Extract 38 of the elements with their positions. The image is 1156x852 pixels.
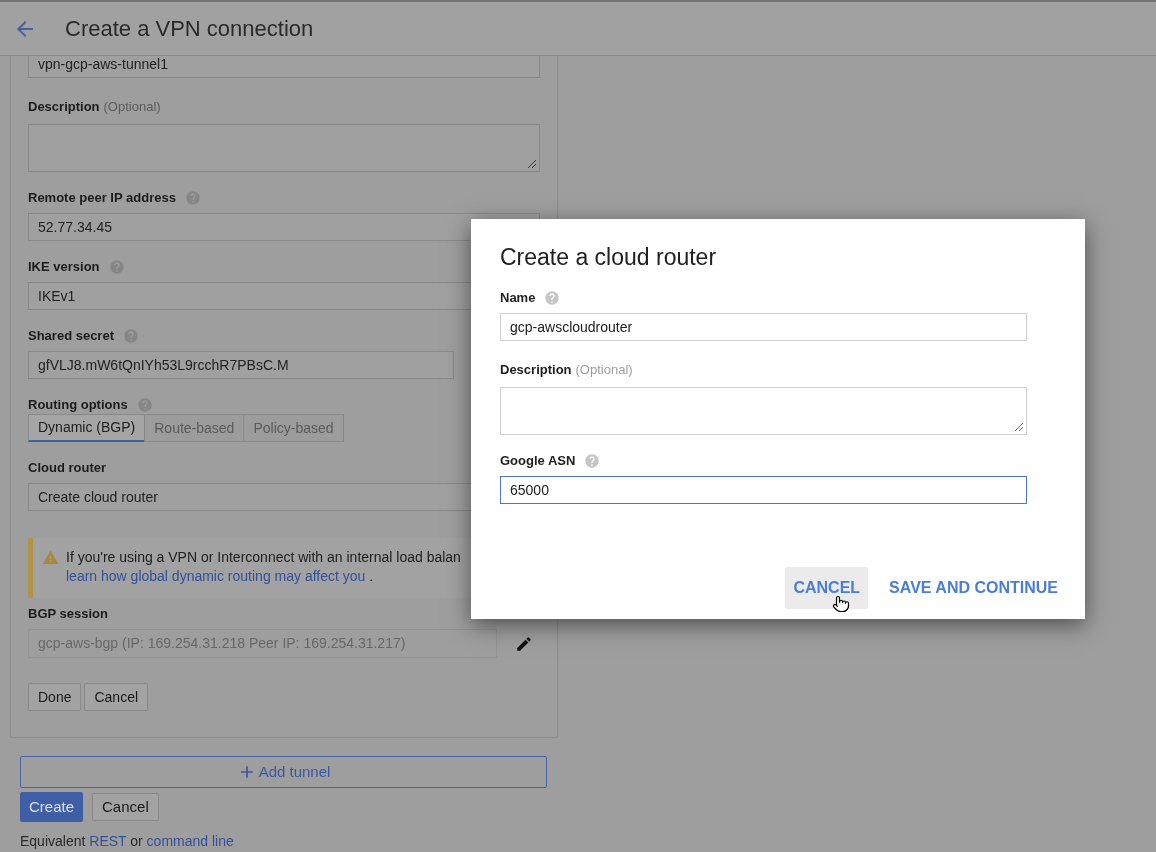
help-icon[interactable] — [184, 190, 201, 206]
field-label: Remote peer IP address — [28, 190, 176, 206]
resize-handle-icon[interactable] — [1015, 423, 1023, 431]
tunnel-action-button[interactable]: Cancel — [84, 683, 149, 711]
field-label: Description — [28, 99, 100, 115]
secret-input[interactable]: gfVLJ8.mW6tQnIYh53L9rcchR7PBsC.M — [28, 351, 454, 379]
optional-note: (Optional) — [575, 362, 633, 378]
warning-message: If you're using a VPN or Interconnect with an internal load balan learn how global dynamic routing may affect you . — [66, 548, 461, 586]
pencil-icon[interactable] — [515, 634, 533, 653]
help-icon[interactable] — [584, 453, 601, 469]
field-label: Description — [500, 362, 572, 378]
routing-option-tab[interactable]: Dynamic (BGP) — [28, 414, 146, 442]
field-label: Routing options — [28, 397, 128, 413]
text-input[interactable]: gcp-awscloudrouter — [500, 313, 1027, 341]
resize-handle-icon[interactable] — [528, 160, 536, 168]
optional-note: (Optional) — [103, 99, 161, 115]
text-input[interactable]: 65000 — [500, 476, 1027, 504]
field-label: Name — [500, 290, 536, 306]
tunnel-action-button[interactable]: Done — [28, 683, 82, 711]
hand-cursor-icon — [832, 594, 850, 614]
help-icon[interactable] — [108, 259, 125, 275]
create-button[interactable]: Create — [20, 792, 84, 822]
dialog-title: Create a cloud router — [500, 243, 717, 272]
dialog-cancel-button[interactable]: CANCEL — [785, 567, 869, 609]
text-input[interactable]: 52.77.34.45 — [28, 213, 540, 241]
page-title: Create a VPN connection — [65, 14, 314, 43]
help-icon[interactable] — [136, 397, 153, 413]
help-icon[interactable] — [123, 328, 139, 344]
field-label: Google ASN — [500, 453, 576, 469]
equivalent-text: Equivalent REST or command line — [20, 833, 234, 849]
field-label: Cloud router — [28, 460, 106, 476]
field-label: IKE version — [28, 259, 100, 275]
warning-icon — [42, 549, 59, 566]
help-icon[interactable] — [544, 290, 561, 306]
text-input[interactable]: vpn-gcp-aws-tunnel1 — [28, 56, 540, 78]
field-label: BGP session — [28, 606, 108, 622]
field-label: Shared secret — [28, 328, 114, 344]
cancel-button[interactable]: Cancel — [92, 793, 159, 821]
